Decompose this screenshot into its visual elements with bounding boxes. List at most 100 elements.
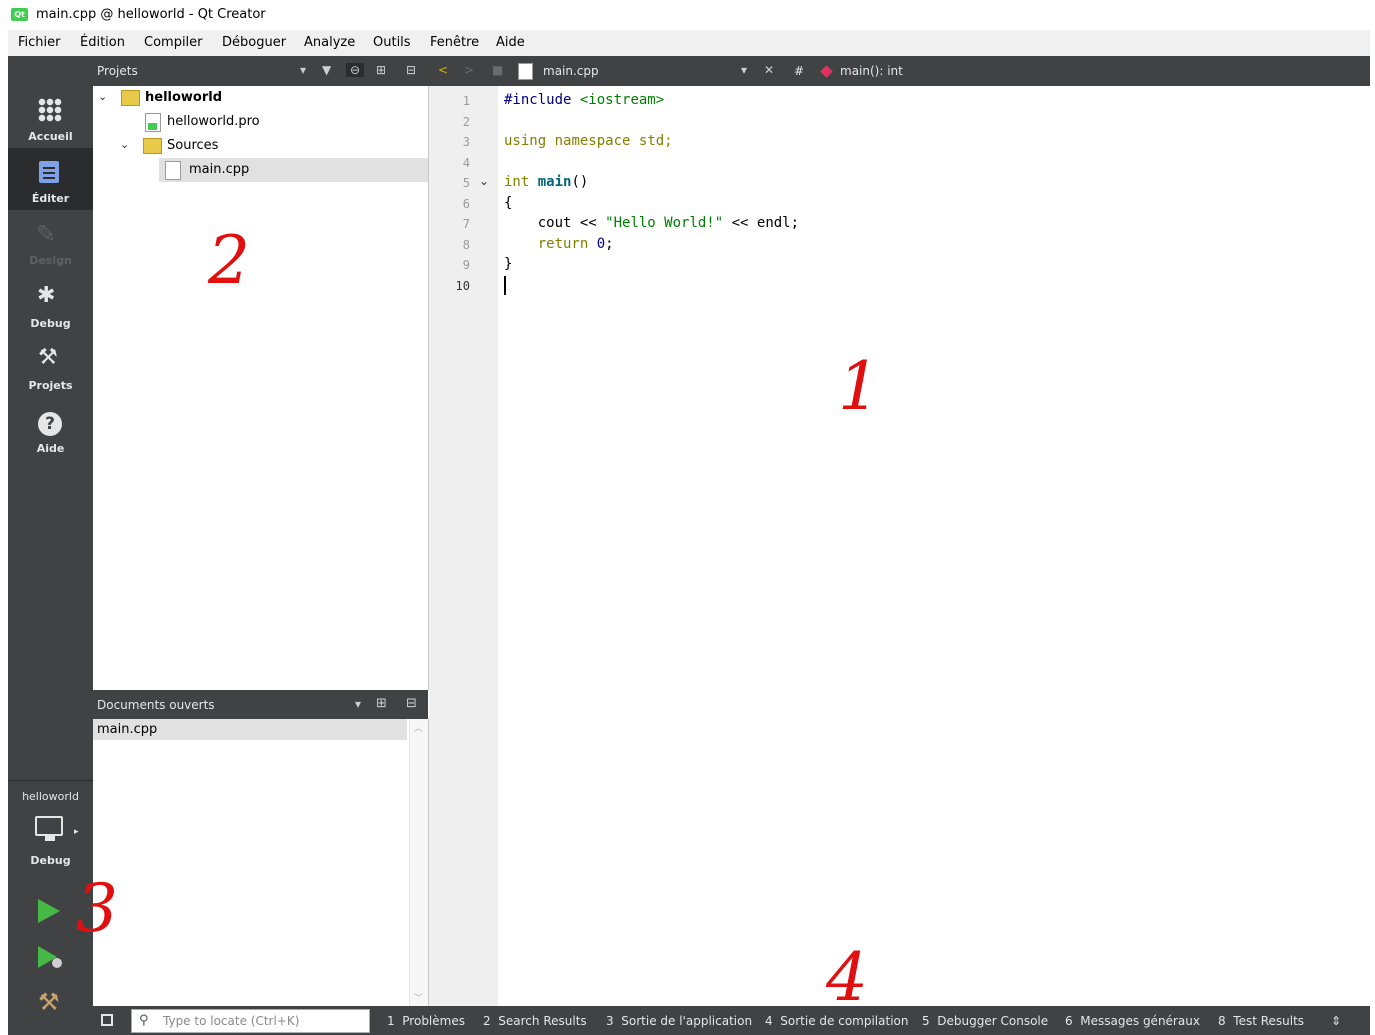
split-icon[interactable]: ⊞: [376, 696, 387, 711]
help-icon: ?: [38, 412, 62, 436]
annotation-2: 2: [208, 222, 250, 299]
mode-projets[interactable]: ⚒ Projets: [8, 335, 93, 397]
mode-editer[interactable]: Éditer: [8, 148, 93, 210]
symbol-selector[interactable]: main(): int: [840, 64, 903, 78]
mode-aide[interactable]: ? Aide: [8, 398, 93, 460]
menu-deboguer[interactable]: Déboguer: [222, 35, 286, 50]
tree-item-sources[interactable]: ⌄ Sources: [93, 134, 428, 158]
scrollbar[interactable]: ︿ ﹀: [409, 719, 428, 1006]
line-number: 10: [455, 279, 470, 293]
tab-debugger-console[interactable]: 5 Debugger Console: [922, 1014, 1048, 1028]
line-number: 9: [462, 258, 470, 272]
build-hammer-icon[interactable]: ⚒: [38, 988, 60, 1016]
window-title: main.cpp @ helloworld - Qt Creator: [36, 7, 266, 22]
dropdown-arrow-icon[interactable]: ▾: [300, 63, 306, 77]
lock-icon: ■: [492, 63, 504, 77]
line-number: 7: [462, 217, 470, 231]
monitor-icon[interactable]: [35, 816, 63, 836]
line-number-gutter: 1 2 3 4 5 6 7 8 9 10 ⌄: [429, 86, 498, 1006]
menu-aide[interactable]: Aide: [496, 35, 525, 50]
tab-problemes[interactable]: 1 Problèmes: [387, 1014, 465, 1028]
run-icon[interactable]: [38, 899, 60, 923]
tree-item-main-cpp[interactable]: main.cpp: [159, 158, 428, 182]
menu-fichier[interactable]: Fichier: [18, 35, 61, 50]
edit-icon: [39, 161, 59, 183]
tab-test-results[interactable]: 8 Test Results: [1218, 1014, 1304, 1028]
back-arrow-icon[interactable]: <: [438, 63, 448, 77]
tab-sortie-application[interactable]: 3 Sortie de l'application: [606, 1014, 752, 1028]
current-file-name[interactable]: main.cpp: [543, 64, 599, 78]
dropdown-arrow-icon[interactable]: ▾: [355, 697, 361, 711]
open-documents-header: Documents ouverts ▾ ⊞ ⊟: [93, 690, 428, 719]
close-panel-icon[interactable]: ⊟: [406, 696, 417, 711]
line-number: 1: [462, 94, 470, 108]
menu-edition[interactable]: Édition: [80, 35, 125, 50]
code-line-3: using namespace std;: [504, 133, 673, 149]
open-documents-title[interactable]: Documents ouverts: [97, 698, 215, 712]
mode-accueil[interactable]: Accueil: [8, 86, 93, 148]
close-panel-icon[interactable]: ⊟: [406, 63, 416, 77]
tree-label: helloworld: [145, 90, 223, 105]
hash-button[interactable]: #: [794, 64, 804, 78]
project-tree: ⌄ helloworld helloworld.pro ⌄ Sources ma…: [93, 86, 429, 690]
link-icon[interactable]: ⊖: [346, 63, 365, 77]
folder-icon: [143, 138, 162, 154]
tab-sortie-compilation[interactable]: 4 Sortie de compilation: [765, 1014, 908, 1028]
code-line-9: }: [504, 256, 513, 272]
fold-chevron-icon[interactable]: ⌄: [479, 174, 489, 188]
locator-field[interactable]: ⚲ Type to locate (Ctrl+K): [131, 1009, 370, 1033]
wrench-icon: ⚒: [38, 345, 58, 370]
tree-label: Sources: [167, 138, 219, 153]
tab-search-results[interactable]: 2 Search Results: [483, 1014, 587, 1028]
line-number: 6: [462, 197, 470, 211]
text-cursor: [504, 276, 506, 295]
toggle-sidebar-icon[interactable]: [101, 1014, 113, 1026]
chevron-down-icon[interactable]: ⌄: [120, 138, 129, 151]
tree-item-helloworld[interactable]: ⌄ helloworld: [93, 86, 428, 110]
file-dropdown-icon[interactable]: ▾: [741, 63, 747, 77]
code-line-7: cout << "Hello World!" << endl;: [504, 215, 800, 231]
forward-arrow-icon[interactable]: >: [464, 63, 474, 77]
kit-project-name[interactable]: helloworld: [8, 790, 93, 803]
tab-messages-generaux[interactable]: 6 Messages généraux: [1065, 1014, 1200, 1028]
projects-panel-title[interactable]: Projets: [97, 64, 138, 78]
line-number: 2: [462, 115, 470, 129]
mode-design[interactable]: ✎ Design: [8, 210, 93, 272]
tree-label: helloworld.pro: [167, 114, 260, 129]
tree-item-helloworld-pro[interactable]: helloworld.pro: [93, 110, 428, 134]
menu-analyze[interactable]: Analyze: [304, 35, 355, 50]
grid-icon: [38, 98, 62, 122]
pro-file-icon: [145, 113, 161, 132]
document-name: main.cpp: [97, 722, 158, 737]
mode-label: Aide: [36, 442, 65, 455]
open-documents-list: main.cpp ︿ ﹀: [93, 719, 429, 1006]
kit-arrow-icon[interactable]: ▸: [74, 827, 79, 837]
line-number: 3: [462, 135, 470, 149]
project-folder-icon: [121, 90, 140, 106]
filter-icon[interactable]: ▼: [322, 63, 331, 77]
locator-placeholder: Type to locate (Ctrl+K): [163, 1014, 300, 1028]
pencil-icon: ✎: [36, 220, 57, 248]
function-icon: [820, 65, 833, 78]
code-editor[interactable]: #include <iostream> using namespace std;…: [498, 86, 1370, 1006]
more-tabs-icon[interactable]: ⇕: [1331, 1014, 1341, 1028]
annotation-3: 3: [76, 870, 118, 947]
mode-label: Debug: [30, 317, 71, 330]
menu-fenetre[interactable]: Fenêtre: [430, 35, 479, 50]
kit-build-config[interactable]: Debug: [8, 854, 93, 867]
mode-debug[interactable]: ✱ Debug: [8, 273, 93, 335]
annotation-4: 4: [826, 939, 868, 1016]
code-line-6: {: [504, 195, 513, 211]
cpp-file-icon: [165, 161, 181, 180]
code-line-5: int main(): [504, 174, 589, 190]
mode-label: Projets: [28, 379, 73, 392]
chevron-down-icon[interactable]: ⌄: [98, 90, 107, 103]
split-icon[interactable]: ⊞: [376, 63, 386, 77]
menu-outils[interactable]: Outils: [373, 35, 411, 50]
close-file-icon[interactable]: ✕: [764, 63, 774, 77]
menu-compiler[interactable]: Compiler: [144, 35, 203, 50]
code-line-1: #include <iostream>: [504, 92, 665, 108]
menu-bar: Fichier Édition Compiler Déboguer Analyz…: [8, 30, 1370, 57]
mode-label: Éditer: [31, 192, 70, 205]
list-item[interactable]: main.cpp: [93, 719, 407, 740]
